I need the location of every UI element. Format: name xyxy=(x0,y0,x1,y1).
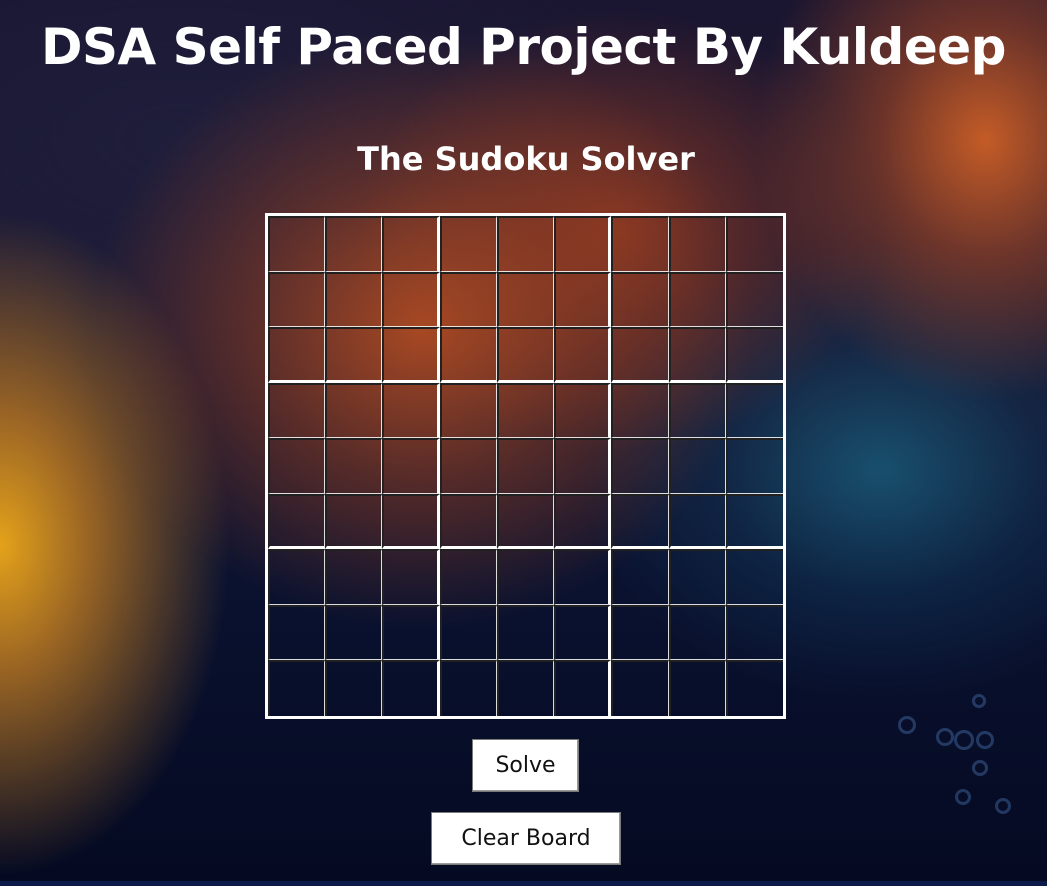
sudoku-cell[interactable] xyxy=(496,271,555,328)
sudoku-cell[interactable] xyxy=(611,271,669,328)
sudoku-cell[interactable] xyxy=(439,271,497,328)
sudoku-cell[interactable] xyxy=(668,493,726,550)
circuit-dot-icon xyxy=(954,730,974,750)
sudoku-cell[interactable] xyxy=(268,216,326,272)
sudoku-cell[interactable] xyxy=(382,549,440,605)
circuit-dot-icon xyxy=(995,798,1011,814)
sudoku-cell[interactable] xyxy=(496,493,555,550)
sudoku-cell[interactable] xyxy=(611,549,669,605)
solver-title: The Sudoku Solver xyxy=(357,140,695,178)
sudoku-cell[interactable] xyxy=(554,216,612,272)
sudoku-cell[interactable] xyxy=(439,660,497,716)
sudoku-cell[interactable] xyxy=(382,660,440,716)
sudoku-cell[interactable] xyxy=(382,216,440,272)
sudoku-cell[interactable] xyxy=(382,382,440,439)
sudoku-cell[interactable] xyxy=(611,660,669,716)
sudoku-cell[interactable] xyxy=(382,327,440,383)
circuit-dot-icon xyxy=(972,694,986,708)
sudoku-cell[interactable] xyxy=(554,382,612,439)
sudoku-cell[interactable] xyxy=(725,438,783,494)
sudoku-cell[interactable] xyxy=(554,438,612,494)
sudoku-cell[interactable] xyxy=(325,493,383,550)
sudoku-cell[interactable] xyxy=(611,216,669,272)
sudoku-cell[interactable] xyxy=(382,271,440,328)
sudoku-cell[interactable] xyxy=(725,382,783,439)
sudoku-cell[interactable] xyxy=(725,549,783,605)
sudoku-cell[interactable] xyxy=(496,660,555,716)
sudoku-cell[interactable] xyxy=(268,271,326,328)
sudoku-cell[interactable] xyxy=(439,438,497,494)
sudoku-cell[interactable] xyxy=(268,549,326,605)
sudoku-cell[interactable] xyxy=(439,216,497,272)
circuit-dot-icon xyxy=(955,789,971,805)
page-title: DSA Self Paced Project By Kuldeep xyxy=(41,18,1006,76)
sudoku-cell[interactable] xyxy=(268,660,326,716)
bottom-border xyxy=(0,881,1047,886)
sudoku-cell[interactable] xyxy=(496,549,555,605)
sudoku-cell[interactable] xyxy=(496,327,555,383)
sudoku-cell[interactable] xyxy=(496,604,555,661)
sudoku-cell[interactable] xyxy=(611,493,669,550)
sudoku-cell[interactable] xyxy=(382,438,440,494)
sudoku-cell[interactable] xyxy=(325,216,383,272)
sudoku-cell[interactable] xyxy=(268,382,326,439)
solve-button[interactable]: Solve xyxy=(472,739,579,792)
sudoku-cell[interactable] xyxy=(725,327,783,383)
circuit-dot-icon xyxy=(936,728,954,746)
sudoku-cell[interactable] xyxy=(325,660,383,716)
sudoku-cell[interactable] xyxy=(325,382,383,439)
sudoku-cell[interactable] xyxy=(325,604,383,661)
sudoku-cell[interactable] xyxy=(725,216,783,272)
sudoku-cell[interactable] xyxy=(668,549,726,605)
sudoku-cell[interactable] xyxy=(668,382,726,439)
sudoku-cell[interactable] xyxy=(325,327,383,383)
sudoku-cell[interactable] xyxy=(668,660,726,716)
sudoku-cell[interactable] xyxy=(268,604,326,661)
sudoku-cell[interactable] xyxy=(611,327,669,383)
sudoku-cell[interactable] xyxy=(668,604,726,661)
sudoku-cell[interactable] xyxy=(382,493,440,550)
sudoku-cell[interactable] xyxy=(725,604,783,661)
clear-board-button[interactable]: Clear Board xyxy=(431,812,621,865)
circuit-dot-icon xyxy=(976,731,994,749)
sudoku-board xyxy=(265,213,786,719)
sudoku-cell[interactable] xyxy=(668,216,726,272)
sudoku-cell[interactable] xyxy=(725,660,783,716)
sudoku-cell[interactable] xyxy=(554,660,612,716)
sudoku-cell[interactable] xyxy=(554,549,612,605)
sudoku-cell[interactable] xyxy=(668,327,726,383)
sudoku-cell[interactable] xyxy=(611,382,669,439)
sudoku-cell[interactable] xyxy=(725,271,783,328)
sudoku-cell[interactable] xyxy=(611,604,669,661)
circuit-dot-icon xyxy=(898,716,916,734)
sudoku-cell[interactable] xyxy=(325,271,383,328)
sudoku-cell[interactable] xyxy=(554,271,612,328)
sudoku-cell[interactable] xyxy=(439,549,497,605)
sudoku-cell[interactable] xyxy=(325,438,383,494)
sudoku-cell[interactable] xyxy=(439,327,497,383)
sudoku-cell[interactable] xyxy=(268,438,326,494)
sudoku-cell[interactable] xyxy=(611,438,669,494)
sudoku-cell[interactable] xyxy=(439,604,497,661)
sudoku-cell[interactable] xyxy=(496,382,555,439)
sudoku-cell[interactable] xyxy=(268,327,326,383)
circuit-dot-icon xyxy=(972,760,988,776)
sudoku-cell[interactable] xyxy=(668,271,726,328)
sudoku-cell[interactable] xyxy=(439,382,497,439)
sudoku-cell[interactable] xyxy=(554,604,612,661)
sudoku-cell[interactable] xyxy=(496,438,555,494)
sudoku-cell[interactable] xyxy=(382,604,440,661)
sudoku-cell[interactable] xyxy=(268,493,326,550)
sudoku-cell[interactable] xyxy=(325,549,383,605)
sudoku-cell[interactable] xyxy=(496,216,555,272)
sudoku-cell[interactable] xyxy=(554,327,612,383)
sudoku-cell[interactable] xyxy=(439,493,497,550)
sudoku-cell[interactable] xyxy=(668,438,726,494)
sudoku-cell[interactable] xyxy=(554,493,612,550)
sudoku-cell[interactable] xyxy=(725,493,783,550)
